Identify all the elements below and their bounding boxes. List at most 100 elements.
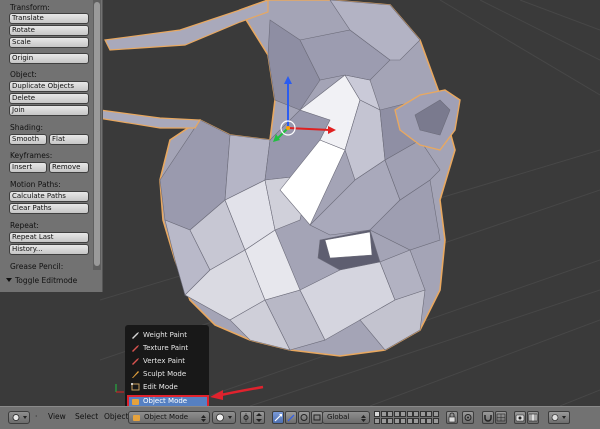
3d-view-icon (12, 414, 27, 421)
chevron-updown-icon (256, 413, 262, 422)
mode-select-dropdown[interactable]: Object Mode (128, 411, 210, 424)
layer-18-button[interactable] (419, 418, 426, 424)
render-engine-button[interactable] (548, 411, 570, 424)
mode-dropdown-menu: Weight Paint Texture Paint Vertex Paint … (125, 325, 209, 406)
viewport-header: · View Select Object Object Mode Global (0, 406, 600, 429)
editor-type-button[interactable] (8, 411, 30, 424)
layer-11-button[interactable] (374, 418, 380, 424)
menu-item-label: Sculpt Mode (143, 370, 187, 378)
solid-shading-icon (216, 413, 232, 422)
transform-label: Transform: (10, 3, 50, 12)
menu-item-label: Edit Mode (143, 383, 178, 391)
layer-8-button[interactable] (419, 411, 426, 417)
menu-item-weight-paint[interactable]: Weight Paint (129, 329, 207, 341)
layer-19-button[interactable] (426, 418, 432, 424)
menu-item-label: Weight Paint (143, 331, 187, 339)
menu-item-edit-mode[interactable]: Edit Mode (129, 381, 207, 393)
object-mode-icon (132, 399, 139, 405)
film-icon (528, 413, 538, 422)
proportional-editing-button[interactable] (462, 411, 474, 424)
manipulator-icon (274, 414, 282, 422)
layer-13-button[interactable] (387, 418, 393, 424)
texture-paint-icon (132, 345, 139, 352)
lock-icon (448, 412, 456, 423)
layer-5-button[interactable] (400, 411, 406, 417)
scale-icon (313, 414, 321, 421)
history-button[interactable]: History... (9, 244, 89, 255)
render-animation-button[interactable] (527, 411, 539, 424)
layer-14-button[interactable] (393, 418, 400, 424)
snap-toggle-button[interactable] (482, 411, 494, 424)
tool-shelf-scroll-thumb[interactable] (94, 2, 100, 266)
select-menu[interactable]: Select (75, 412, 98, 421)
sculpt-mode-icon (132, 371, 139, 378)
menu-item-label: Vertex Paint (143, 357, 186, 365)
layer-2-button[interactable] (380, 411, 387, 417)
menu-item-object-mode[interactable]: Object Mode (127, 395, 209, 406)
vertex-paint-icon (132, 358, 139, 365)
translate-button[interactable]: Translate (9, 13, 89, 24)
pivot-point-button[interactable] (240, 411, 252, 424)
flat-button[interactable]: Flat (49, 134, 89, 145)
layer-4-button[interactable] (393, 411, 400, 417)
object-label: Object: (10, 70, 37, 79)
layer-3-button[interactable] (387, 411, 393, 417)
clear-paths-button[interactable]: Clear Paths (9, 203, 89, 214)
layer-17-button[interactable] (413, 418, 419, 424)
view-axis-icon (115, 384, 124, 393)
object-mode-icon (133, 415, 140, 421)
duplicate-objects-button[interactable]: Duplicate Objects (9, 81, 89, 92)
smooth-button[interactable]: Smooth (9, 134, 47, 145)
camera-icon (515, 414, 525, 422)
layer-7-button[interactable] (413, 411, 419, 417)
toggle-editmode-panel[interactable]: Toggle Editmode (6, 276, 77, 285)
object-menu[interactable]: Object (104, 412, 128, 421)
rotate-icon (300, 414, 308, 421)
menu-item-vertex-paint[interactable]: Vertex Paint (129, 355, 207, 367)
layer-9-button[interactable] (426, 411, 432, 417)
translate-manipulator-button[interactable] (285, 411, 297, 424)
transform-orientation-dropdown[interactable]: Global (322, 411, 370, 424)
lock-layers-button[interactable] (446, 411, 458, 424)
viewport-shading-button[interactable] (212, 411, 236, 424)
scale-button[interactable]: Scale (9, 37, 89, 48)
snap-element-button[interactable] (495, 411, 507, 424)
annotation-arrow-icon (210, 385, 264, 400)
menu-item-sculpt-mode[interactable]: Sculpt Mode (129, 368, 207, 380)
layer-12-button[interactable] (380, 418, 387, 424)
calculate-paths-button[interactable]: Calculate Paths (9, 191, 89, 202)
menu-item-texture-paint[interactable]: Texture Paint (129, 342, 207, 354)
remove-keyframe-button[interactable]: Remove (49, 162, 89, 173)
layer-1-button[interactable] (374, 411, 380, 417)
engine-icon (551, 414, 566, 421)
origin-button[interactable]: Origin (9, 53, 89, 64)
rotate-button[interactable]: Rotate (9, 25, 89, 36)
layer-10-button[interactable] (432, 411, 439, 417)
layer-buttons (374, 411, 440, 425)
3d-viewport[interactable]: Transform: Translate Rotate Scale Origin… (0, 0, 600, 406)
layer-16-button[interactable] (406, 418, 413, 424)
join-button[interactable]: Join (9, 105, 89, 116)
orientation-label: Global (327, 413, 350, 421)
layer-20-button[interactable] (432, 418, 439, 424)
repeat-label: Repeat: (10, 221, 39, 230)
keyframes-label: Keyframes: (10, 151, 53, 160)
delete-button[interactable]: Delete (9, 93, 89, 104)
head-mesh[interactable] (97, 0, 461, 357)
motion-paths-label: Motion Paths: (10, 180, 61, 189)
edit-mode-icon (131, 383, 140, 391)
pivot-dropdown-button[interactable] (253, 411, 265, 424)
chevron-updown-icon (361, 415, 366, 422)
manipulator-toggle-button[interactable] (272, 411, 284, 424)
mode-select-label: Object Mode (144, 413, 189, 421)
rotate-manipulator-button[interactable] (298, 411, 310, 424)
tool-shelf: Transform: Translate Rotate Scale Origin… (0, 0, 103, 292)
layer-6-button[interactable] (406, 411, 413, 417)
repeat-last-button[interactable]: Repeat Last (9, 232, 89, 243)
layer-15-button[interactable] (400, 418, 406, 424)
render-button[interactable] (514, 411, 526, 424)
insert-keyframe-button[interactable]: Insert (9, 162, 47, 173)
header-dot-icon: · (35, 412, 38, 421)
menu-item-label: Object Mode (143, 397, 188, 405)
view-menu[interactable]: View (48, 412, 66, 421)
